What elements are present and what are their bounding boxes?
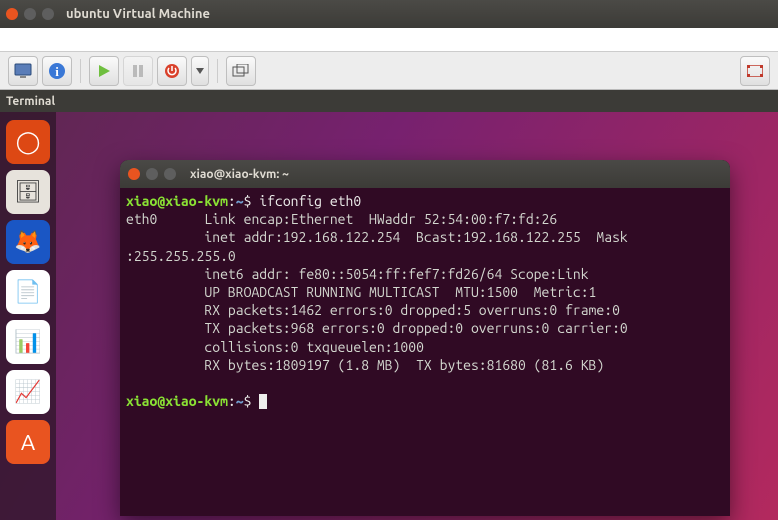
vm-title: ubuntu Virtual Machine <box>66 7 210 21</box>
snapshot-button[interactable] <box>226 56 256 86</box>
launcher-writer-icon[interactable]: 📄 <box>6 270 50 314</box>
unity-launcher: ◯ 🗄 🦊 📄 📊 📈 A <box>0 112 56 520</box>
launcher-firefox-icon[interactable]: 🦊 <box>6 220 50 264</box>
vm-window: ubuntu Virtual Machine i Terminal ◯ 🗄 🦊 📄 📊 📈… <box>0 0 778 520</box>
monitor-button[interactable] <box>8 56 38 86</box>
play-button[interactable] <box>89 56 119 86</box>
vm-titlebar[interactable]: ubuntu Virtual Machine <box>0 0 778 28</box>
launcher-impress-icon[interactable]: 📈 <box>6 370 50 414</box>
toolbar-separator <box>217 59 218 83</box>
cursor <box>259 394 267 409</box>
toolbar-separator <box>80 59 81 83</box>
power-button[interactable] <box>157 56 187 86</box>
prompt-user: xiao@xiao-kvm <box>126 393 228 409</box>
command-text: ifconfig eth0 <box>259 193 361 209</box>
prompt-path: ~ <box>236 393 244 409</box>
launcher-files-icon[interactable]: 🗄 <box>6 170 50 214</box>
info-button[interactable]: i <box>42 56 72 86</box>
vm-maximize-button[interactable] <box>42 8 54 20</box>
svg-text:i: i <box>55 64 59 79</box>
terminal-minimize-button[interactable] <box>146 168 158 180</box>
tab-terminal[interactable]: Terminal <box>6 95 55 108</box>
prompt-end: $ <box>244 393 252 409</box>
guest-desktop[interactable]: ◯🗄🦊📄📊📈A xiao@xiao-kvm: ~ xiao@xiao-kvm:~… <box>0 112 778 520</box>
terminal-window[interactable]: xiao@xiao-kvm: ~ xiao@xiao-kvm:~$ ifconf… <box>120 160 730 516</box>
vm-tabbar: Terminal <box>0 90 778 112</box>
pause-button[interactable] <box>123 56 153 86</box>
prompt-user: xiao@xiao-kvm <box>126 193 228 209</box>
vm-minimize-button[interactable] <box>24 8 36 20</box>
terminal-title: xiao@xiao-kvm: ~ <box>190 168 289 181</box>
terminal-maximize-button[interactable] <box>164 168 176 180</box>
power-dropdown[interactable] <box>191 56 209 86</box>
fullscreen-button[interactable] <box>740 56 770 86</box>
vm-toolbar: i <box>0 52 778 90</box>
vm-menubar[interactable] <box>0 28 778 52</box>
terminal-titlebar[interactable]: xiao@xiao-kvm: ~ <box>120 160 730 188</box>
terminal-close-button[interactable] <box>128 168 140 180</box>
prompt-sep: : <box>228 193 236 209</box>
prompt-path: ~ <box>236 193 244 209</box>
prompt-end: $ <box>244 193 252 209</box>
launcher-dash-icon[interactable]: ◯ <box>6 120 50 164</box>
vm-close-button[interactable] <box>6 8 18 20</box>
launcher-software-icon[interactable]: A <box>6 420 50 464</box>
terminal-body[interactable]: xiao@xiao-kvm:~$ ifconfig eth0 eth0 Link… <box>120 188 730 516</box>
launcher-calc-icon[interactable]: 📊 <box>6 320 50 364</box>
prompt-sep: : <box>228 393 236 409</box>
command-output: eth0 Link encap:Ethernet HWaddr 52:54:00… <box>126 211 628 373</box>
